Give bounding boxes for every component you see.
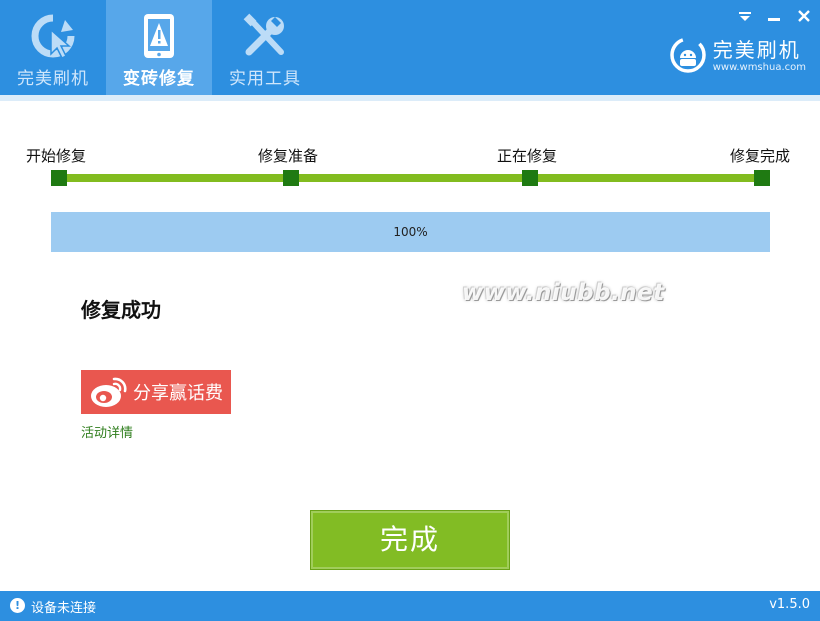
step-node <box>283 170 299 186</box>
progress-bar: 100% <box>51 212 770 252</box>
progress-text: 100% <box>393 225 428 239</box>
brand-url: www.wmshua.com <box>712 62 806 73</box>
tab-label: 完美刷机 <box>17 69 89 89</box>
tab-utility-tools[interactable]: 实用工具 <box>212 0 318 95</box>
header-divider <box>0 95 820 101</box>
step-label-repairing: 正在修复 <box>497 147 558 165</box>
header-bar: 完美刷机 变砖修复 实用工具 完美刷机 www.wmshua.com <box>0 0 820 95</box>
alert-icon: ! <box>10 598 25 613</box>
dropdown-icon[interactable] <box>735 8 755 24</box>
connection-status: 设备未连接 <box>31 601 97 616</box>
tab-brick-repair[interactable]: 变砖修复 <box>106 0 212 95</box>
step-node <box>522 170 538 186</box>
brand-logo: 完美刷机 www.wmshua.com <box>669 36 806 78</box>
minimize-icon[interactable] <box>764 8 784 24</box>
step-label-start: 开始修复 <box>26 147 87 165</box>
tools-icon <box>239 12 291 60</box>
brand-name: 完美刷机 <box>712 38 801 62</box>
finish-button[interactable]: 完成 <box>310 510 510 570</box>
tab-label: 变砖修复 <box>123 69 195 89</box>
weibo-icon <box>89 375 129 409</box>
tab-perfect-flash[interactable]: 完美刷机 <box>0 0 106 95</box>
tablet-warning-icon <box>133 12 185 60</box>
step-label-done: 修复完成 <box>730 147 791 165</box>
android-logo-icon <box>669 36 707 78</box>
tab-label: 实用工具 <box>229 69 301 89</box>
step-label-prepare: 修复准备 <box>258 147 319 165</box>
activity-details-link[interactable]: 活动详情 <box>81 422 133 441</box>
share-label: 分享赢话费 <box>133 383 223 404</box>
step-node <box>51 170 67 186</box>
share-button[interactable]: 分享赢话费 <box>81 370 231 414</box>
watermark-text: www.niubb.net <box>462 280 665 306</box>
version-label: v1.5.0 <box>769 597 810 612</box>
close-icon[interactable] <box>794 8 814 24</box>
refresh-cursor-icon <box>27 12 79 60</box>
status-bar: ! 设备未连接 v1.5.0 <box>0 591 820 621</box>
step-node <box>754 170 770 186</box>
step-track <box>58 174 762 182</box>
result-title: 修复成功 <box>81 298 161 322</box>
